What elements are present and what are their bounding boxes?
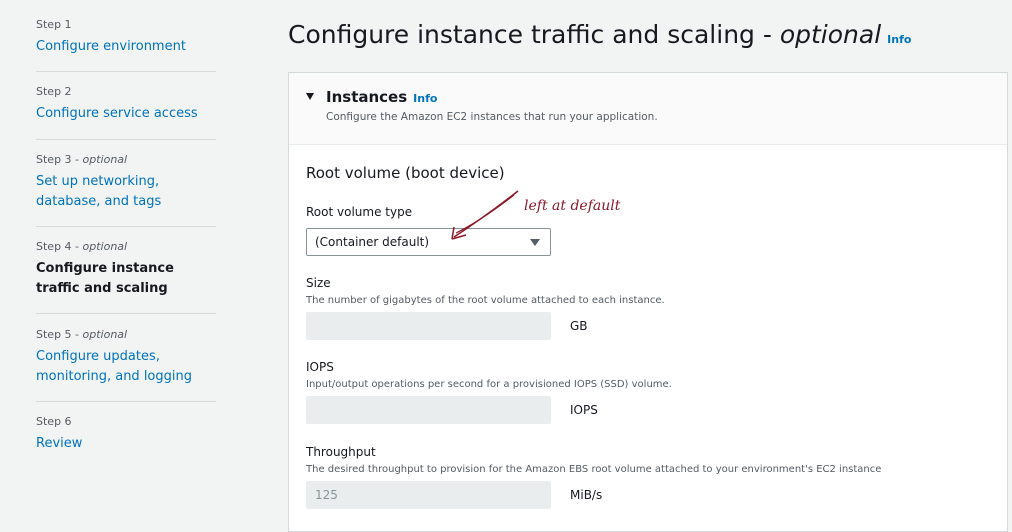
page-info-link[interactable]: Info (887, 33, 911, 46)
divider (36, 313, 216, 314)
caret-down-icon[interactable] (306, 93, 314, 100)
divider (36, 226, 216, 227)
root-volume-heading: Root volume (boot device) (306, 164, 505, 182)
throughput-value: 125 (315, 488, 338, 502)
step-link-review[interactable]: Review (36, 434, 216, 454)
step-4: Step 4 - optional Configure instance tra… (36, 240, 216, 299)
caret-down-icon (530, 239, 540, 246)
annotation-arrow-icon (451, 190, 519, 240)
step-label: Step 5 - optional (36, 328, 128, 341)
step-label: Step 2 (36, 85, 72, 98)
iops-input[interactable] (306, 396, 551, 424)
size-description: The number of gigabytes of the root volu… (306, 295, 665, 306)
step-current-instance-traffic: Configure instance traffic and scaling (36, 261, 174, 296)
instances-info-link[interactable]: Info (413, 92, 437, 105)
divider (36, 71, 216, 72)
root-volume-type-value: (Container default) (315, 235, 430, 249)
throughput-label: Throughput (306, 445, 376, 459)
step-3: Step 3 - optional Set up networking, dat… (36, 153, 216, 212)
size-unit: GB (570, 319, 588, 333)
instances-description: Configure the Amazon EC2 instances that … (326, 111, 658, 123)
step-2: Step 2 Configure service access (36, 85, 216, 124)
step-label: Step 3 - optional (36, 153, 128, 166)
iops-unit: IOPS (570, 403, 598, 417)
divider (36, 401, 216, 402)
throughput-description: The desired throughput to provision for … (306, 464, 882, 475)
divider (36, 139, 216, 140)
step-label: Step 4 - optional (36, 240, 128, 253)
instances-title: Instances Info (326, 87, 437, 109)
step-link-configure-service-access[interactable]: Configure service access (36, 104, 216, 124)
step-1: Step 1 Configure environment (36, 18, 216, 57)
step-label: Step 6 (36, 415, 72, 428)
page-title-optional: optional (779, 20, 882, 49)
instances-title-text: Instances (326, 88, 408, 106)
root-volume-type-label: Root volume type (306, 205, 413, 219)
step-link-configure-environment[interactable]: Configure environment (36, 37, 216, 57)
size-label: Size (306, 276, 331, 290)
step-link-updates-monitoring[interactable]: Configure updates, monitoring, and loggi… (36, 347, 216, 387)
annotation-note: left at default (524, 198, 621, 214)
size-input[interactable] (306, 312, 551, 340)
iops-description: Input/output operations per second for a… (306, 379, 672, 390)
instances-panel-header[interactable]: Instances Info Configure the Amazon EC2 i… (289, 73, 1007, 145)
iops-label: IOPS (306, 360, 334, 374)
page-title-text: Configure instance traffic and scaling - (288, 20, 780, 49)
throughput-input[interactable]: 125 (306, 481, 551, 509)
step-5: Step 5 - optional Configure updates, mon… (36, 328, 216, 387)
step-label: Step 1 (36, 18, 72, 31)
page-title: Configure instance traffic and scaling -… (288, 18, 911, 57)
instances-panel: Instances Info Configure the Amazon EC2 i… (288, 72, 1008, 532)
step-link-networking[interactable]: Set up networking, database, and tags (36, 172, 216, 212)
throughput-unit: MiB/s (570, 488, 603, 502)
step-6: Step 6 Review (36, 415, 216, 454)
